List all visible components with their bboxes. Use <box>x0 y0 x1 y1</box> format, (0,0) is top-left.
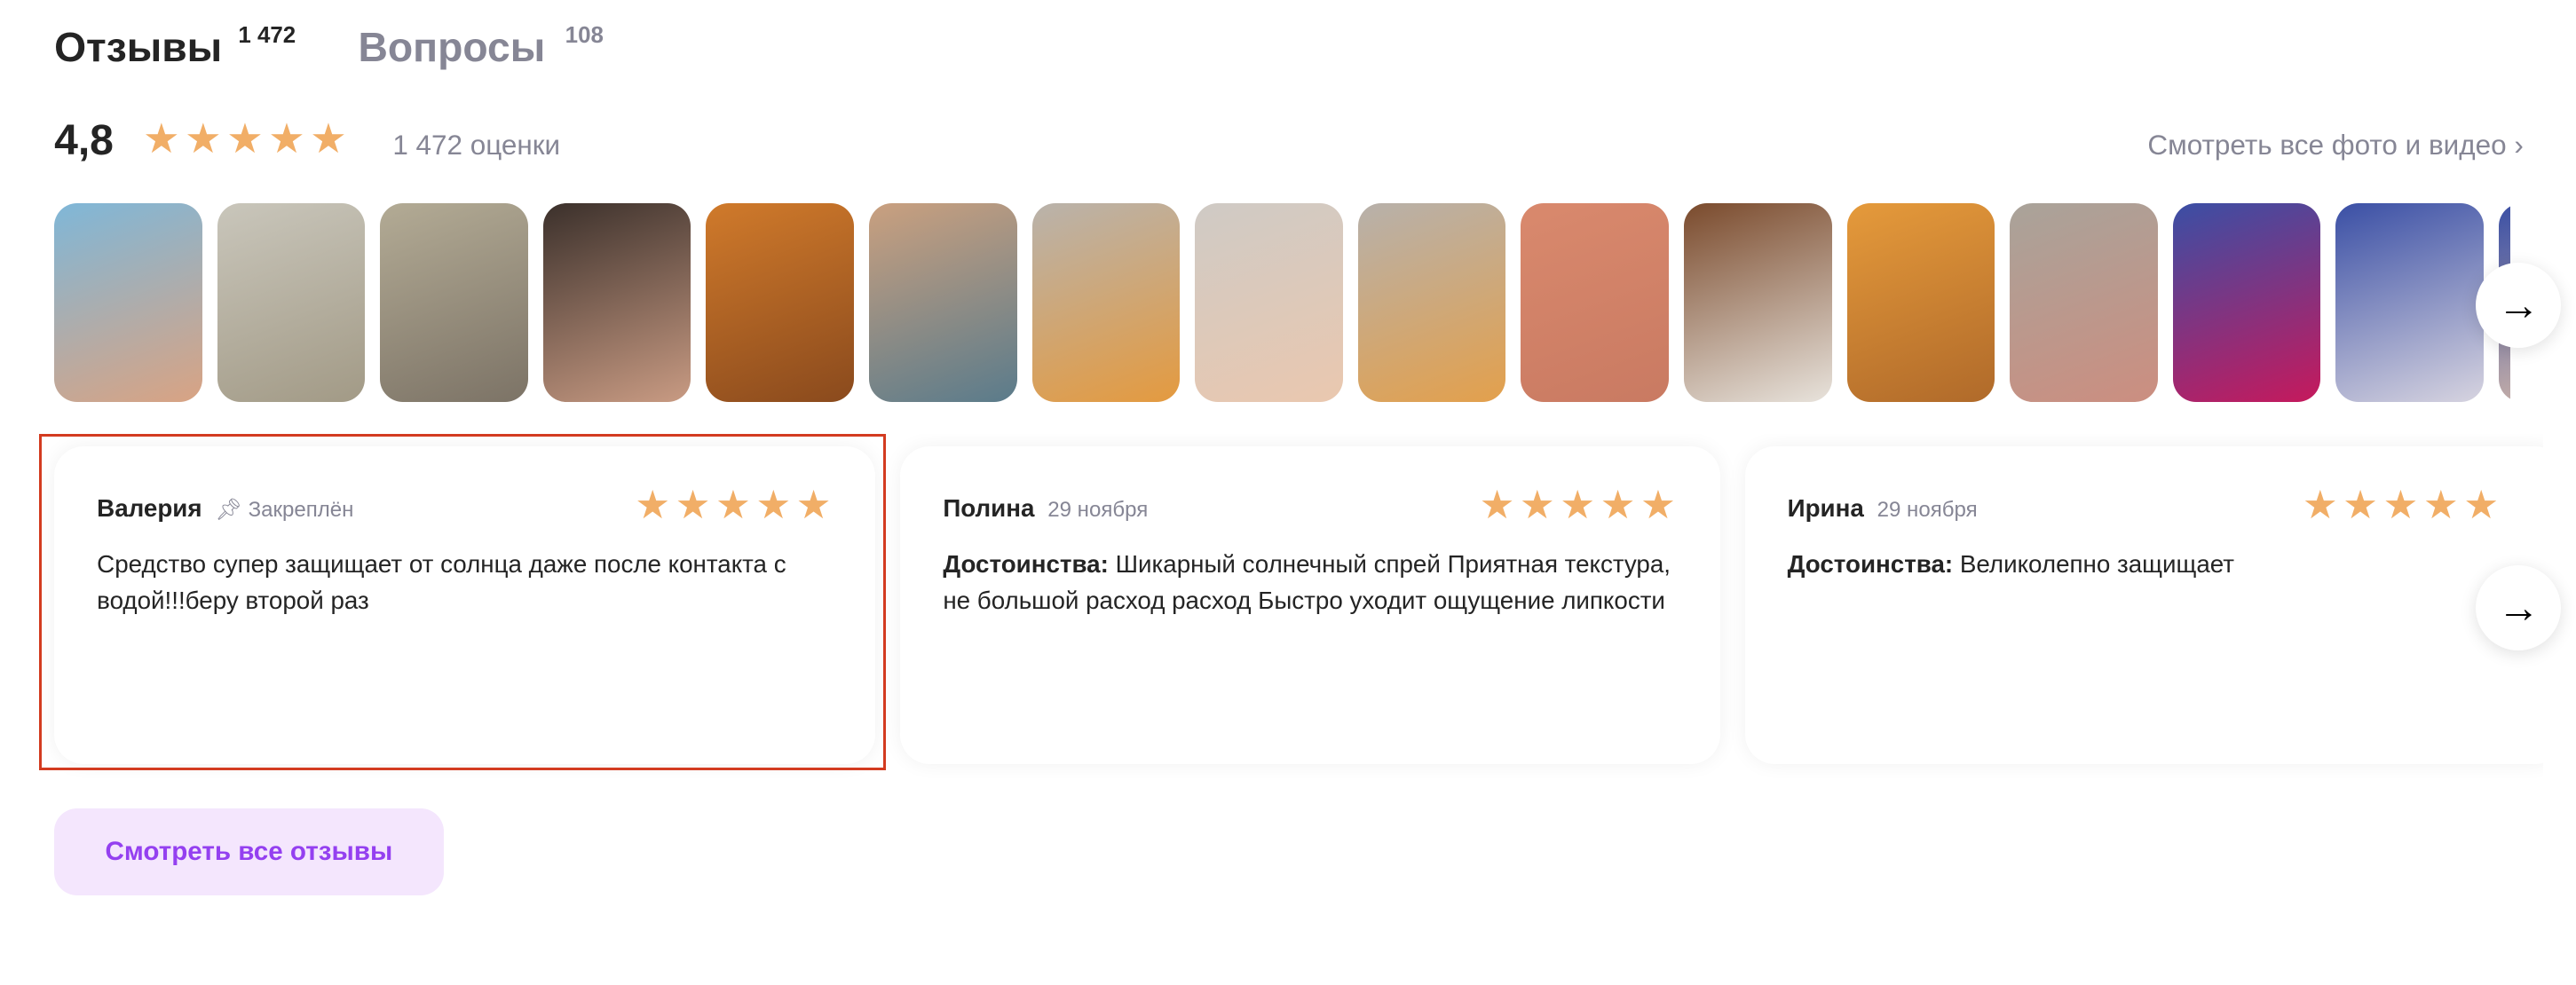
selection-highlight <box>39 433 887 771</box>
questions-count: 108 <box>565 22 604 48</box>
star-icon: ★ <box>310 115 347 162</box>
chevron-right-icon: › <box>2514 130 2524 162</box>
star-icon: ★ <box>143 115 180 162</box>
photo-thumbnail[interactable] <box>380 203 528 403</box>
reviews-next-button[interactable]: → <box>2476 564 2562 650</box>
photo-thumbnail[interactable] <box>2172 203 2321 403</box>
review-date: 29 ноября <box>1047 498 1149 523</box>
photos-next-button[interactable]: → <box>2476 263 2562 349</box>
photo-thumbnail[interactable] <box>869 203 1017 403</box>
arrow-right-icon: → <box>2497 281 2540 330</box>
tab-questions[interactable]: Вопросы <box>358 23 545 71</box>
photo-thumbnail[interactable] <box>1031 203 1181 403</box>
review-card[interactable]: Полина 29 ноября ★ ★ ★ ★ ★ Достоинства: Шикар… <box>900 446 1720 764</box>
tab-reviews[interactable]: Отзывы <box>54 23 222 71</box>
photo-thumbnail[interactable] <box>1357 203 1506 403</box>
reviews-section: Отзывы 1 472 Вопросы 108 4,8 ★ ★ ★ ★ ★ 1 472… <box>0 0 2576 985</box>
all-photos-link[interactable]: Смотреть все фото и видео › <box>2147 130 2523 162</box>
review-text: Достоинства: Великолепно защищает <box>1788 547 2522 583</box>
all-reviews-button[interactable]: Смотреть все отзывы <box>54 808 444 895</box>
photo-thumbnail[interactable] <box>54 203 202 403</box>
photo-thumbnail[interactable] <box>2335 203 2485 403</box>
arrow-right-icon: → <box>2497 583 2540 632</box>
photo-thumbnail[interactable] <box>542 203 691 403</box>
all-photos-label: Смотреть все фото и видео <box>2147 130 2507 162</box>
photo-thumbnail[interactable] <box>1684 203 1832 403</box>
review-stars: ★ ★ ★ ★ ★ <box>2302 483 2500 527</box>
photo-thumbnail[interactable] <box>2010 203 2158 403</box>
pros-label: Достоинства: <box>943 550 1109 579</box>
ratings-count: 1 472 оценки <box>392 130 561 162</box>
review-date: 29 ноября <box>1877 498 1978 523</box>
photo-thumbnail[interactable] <box>1846 203 1995 403</box>
review-text: Достоинства: Шикарный солнечный спрей Пр… <box>943 547 1677 619</box>
photo-thumbnail[interactable] <box>1195 203 1343 403</box>
photo-thumbnail[interactable] <box>1521 203 1670 403</box>
review-author: Ирина <box>1787 494 1864 523</box>
photo-thumbnail[interactable] <box>706 203 855 403</box>
rating-stars: ★ ★ ★ ★ ★ <box>143 118 347 159</box>
review-stars: ★ ★ ★ ★ ★ <box>1479 483 1676 527</box>
star-icon: ★ <box>185 115 222 162</box>
photo-thumbnail[interactable] <box>217 203 366 403</box>
average-rating: 4,8 <box>54 115 114 164</box>
pros-label: Достоинства: <box>1787 550 1954 579</box>
review-author: Полина <box>943 494 1035 523</box>
review-card[interactable]: Ирина 29 ноября ★ ★ ★ ★ ★ Достоинства: Велико… <box>1744 446 2544 764</box>
star-icon: ★ <box>226 115 264 162</box>
pros-text: Великолепно защищает <box>1959 550 2234 579</box>
star-icon: ★ <box>268 115 305 162</box>
reviews-count: 1 472 <box>238 22 296 48</box>
photo-strip <box>54 203 2510 403</box>
